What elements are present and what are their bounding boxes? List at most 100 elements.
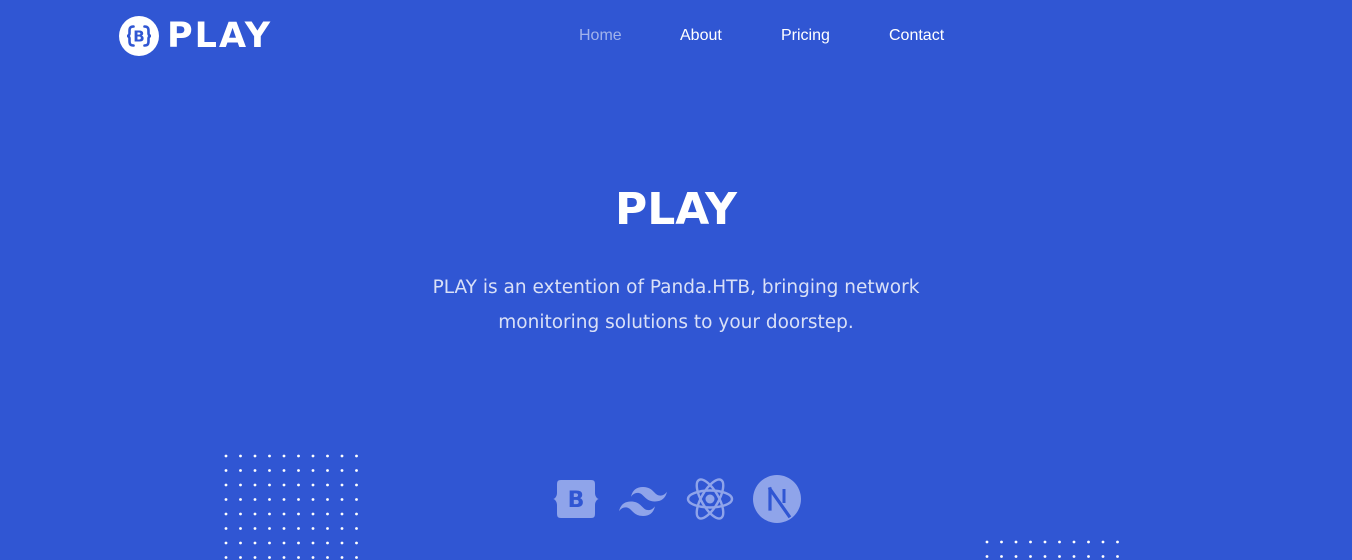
decorative-dot bbox=[1116, 555, 1119, 558]
decorative-dot bbox=[224, 512, 228, 516]
decorative-dot bbox=[340, 498, 344, 501]
decorative-dot bbox=[340, 454, 344, 458]
decorative-dot bbox=[282, 498, 286, 501]
bootstrap-letter: B bbox=[568, 488, 585, 513]
decorative-dot bbox=[355, 454, 358, 458]
decorative-dot bbox=[1000, 540, 1003, 544]
decorative-dot bbox=[297, 454, 300, 458]
decorative-dot bbox=[268, 498, 271, 501]
decorative-dot bbox=[253, 556, 257, 559]
decorative-dot bbox=[224, 556, 228, 559]
decorative-dot bbox=[253, 512, 257, 516]
decorative-dot bbox=[1058, 540, 1061, 544]
decorative-dot bbox=[224, 454, 228, 458]
decorative-dot bbox=[1116, 540, 1119, 544]
decorative-dot bbox=[985, 540, 989, 544]
decorative-dot bbox=[1014, 555, 1018, 558]
decorative-dot bbox=[297, 483, 300, 487]
decorative-dot bbox=[224, 527, 228, 530]
decorative-dot bbox=[239, 556, 242, 559]
decorative-dot bbox=[340, 469, 344, 472]
decorative-dot bbox=[253, 498, 257, 501]
decorative-dot bbox=[253, 469, 257, 472]
decorative-dot bbox=[224, 483, 228, 487]
decorative-dot bbox=[1072, 555, 1076, 558]
decorative-dot bbox=[1029, 555, 1032, 558]
decorative-dot bbox=[224, 541, 228, 545]
decorative-dot bbox=[297, 512, 300, 516]
decorative-dot bbox=[311, 454, 315, 458]
decorative-dot bbox=[355, 556, 358, 559]
decorative-dot bbox=[340, 512, 344, 516]
decorative-dot bbox=[239, 512, 242, 516]
decorative-dot bbox=[326, 469, 329, 472]
nav-link-pricing[interactable]: Pricing bbox=[781, 26, 830, 46]
decorative-dot bbox=[253, 541, 257, 545]
decorative-dot bbox=[1101, 540, 1105, 544]
decorative-dots-right bbox=[985, 540, 1119, 558]
decorative-dot bbox=[239, 498, 242, 501]
decorative-dot bbox=[1101, 555, 1105, 558]
decorative-dot bbox=[239, 541, 242, 545]
decorative-dot bbox=[282, 483, 286, 487]
decorative-dot bbox=[1087, 555, 1090, 558]
nav-link-home[interactable]: Home bbox=[579, 26, 622, 46]
decorative-dot bbox=[355, 469, 358, 472]
decorative-dot bbox=[253, 483, 257, 487]
nextjs-icon[interactable] bbox=[752, 474, 802, 524]
decorative-dot bbox=[1087, 540, 1090, 544]
decorative-dot bbox=[1058, 555, 1061, 558]
decorative-dot bbox=[1072, 540, 1076, 544]
decorative-dot bbox=[268, 512, 271, 516]
decorative-dot bbox=[268, 556, 271, 559]
decorative-dot bbox=[282, 541, 286, 545]
decorative-dot bbox=[340, 527, 344, 530]
decorative-dot bbox=[355, 483, 358, 487]
tech-stack-icons: B bbox=[551, 474, 802, 524]
decorative-dot bbox=[1043, 555, 1047, 558]
decorative-dot bbox=[297, 541, 300, 545]
decorative-dot bbox=[311, 527, 315, 530]
decorative-dot bbox=[282, 469, 286, 472]
decorative-dots-left bbox=[224, 454, 358, 559]
bootstrap-icon[interactable]: B bbox=[551, 474, 601, 524]
decorative-dot bbox=[340, 541, 344, 545]
decorative-dot bbox=[239, 527, 242, 530]
decorative-dot bbox=[253, 454, 257, 458]
decorative-dot bbox=[253, 527, 257, 530]
decorative-dot bbox=[311, 512, 315, 516]
decorative-dot bbox=[355, 498, 358, 501]
decorative-dot bbox=[282, 556, 286, 559]
decorative-dot bbox=[224, 498, 228, 501]
decorative-dot bbox=[297, 498, 300, 501]
decorative-dot bbox=[311, 469, 315, 472]
decorative-dot bbox=[311, 556, 315, 559]
decorative-dot bbox=[326, 527, 329, 530]
decorative-dot bbox=[1029, 540, 1032, 544]
decorative-dot bbox=[311, 541, 315, 545]
decorative-dot bbox=[268, 527, 271, 530]
nav-link-about[interactable]: About bbox=[680, 26, 722, 46]
decorative-dot bbox=[239, 483, 242, 487]
decorative-dot bbox=[326, 541, 329, 545]
decorative-dot bbox=[224, 469, 228, 472]
decorative-dot bbox=[268, 469, 271, 472]
decorative-dot bbox=[355, 527, 358, 530]
decorative-dot bbox=[268, 483, 271, 487]
decorative-dot bbox=[326, 454, 329, 458]
decorative-dot bbox=[326, 556, 329, 559]
decorative-dot bbox=[1000, 555, 1003, 558]
site-header: B PLAY Home About Pricing Contact bbox=[0, 0, 1352, 72]
main-nav: Home About Pricing Contact bbox=[0, 0, 1352, 72]
react-icon[interactable] bbox=[685, 474, 735, 524]
nav-link-contact[interactable]: Contact bbox=[889, 26, 944, 46]
tailwind-icon[interactable] bbox=[618, 474, 668, 524]
decorative-dot bbox=[340, 483, 344, 487]
decorative-dot bbox=[282, 512, 286, 516]
decorative-dot bbox=[355, 512, 358, 516]
decorative-dot bbox=[326, 483, 329, 487]
decorative-dot bbox=[340, 556, 344, 559]
hero-description: PLAY is an extention of Panda.HTB, bring… bbox=[432, 277, 920, 333]
decorative-dot bbox=[239, 454, 242, 458]
decorative-dot bbox=[297, 556, 300, 559]
